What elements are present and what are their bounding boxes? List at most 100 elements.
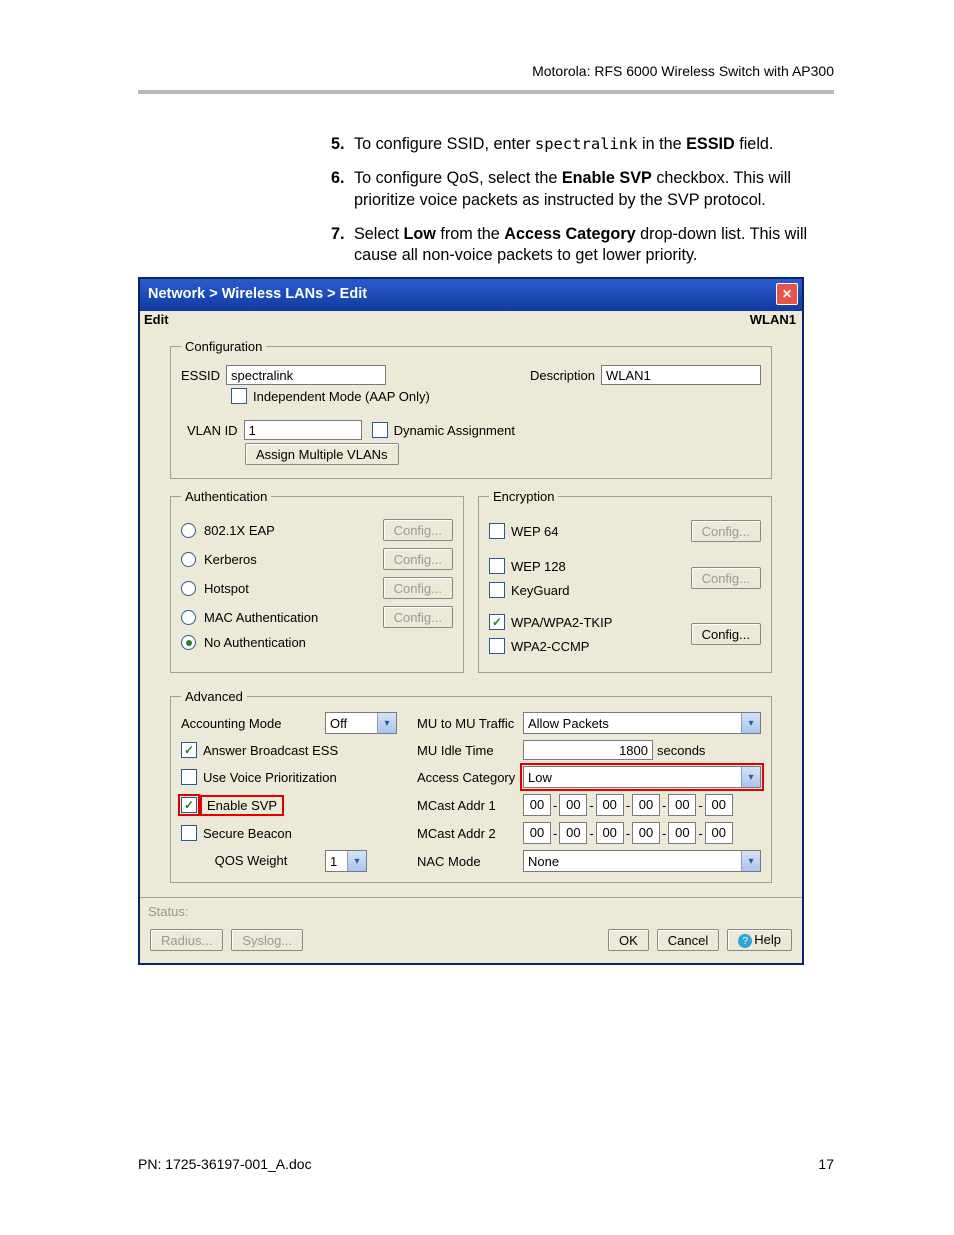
auth-hotspot-label: Hotspot [204,581,249,596]
wpa-config-button[interactable]: Config... [691,623,761,645]
enable-svp-checkbox[interactable]: ✓ [181,797,197,813]
independent-mode-label: Independent Mode (AAP Only) [253,389,430,404]
advanced-legend: Advanced [181,689,247,704]
auth-none-radio[interactable] [181,635,196,650]
voice-prioritization-label: Use Voice Prioritization [203,770,337,785]
keyguard-checkbox[interactable] [489,582,505,598]
step-number: 7. [331,224,354,268]
essid-input[interactable] [226,365,386,385]
assign-multiple-vlans-button[interactable]: Assign Multiple VLANs [245,443,399,465]
accounting-mode-label: Accounting Mode [181,716,321,731]
doc-header: Motorola: RFS 6000 Wireless Switch with … [532,63,834,79]
help-button[interactable]: ?Help [727,929,792,951]
close-button[interactable]: ✕ [776,283,798,305]
wep64-config-button[interactable]: Config... [691,520,761,542]
answer-broadcast-label: Answer Broadcast ESS [203,743,338,758]
independent-mode-checkbox[interactable] [231,388,247,404]
radius-button[interactable]: Radius... [150,929,223,951]
voice-prioritization-checkbox[interactable] [181,769,197,785]
authentication-legend: Authentication [181,489,271,504]
accounting-mode-select[interactable]: Off▾ [325,712,397,734]
mu-idle-unit: seconds [657,743,705,758]
encryption-group: Encryption WEP 64 Config... WEP 128 KeyG… [478,489,772,673]
nac-mode-label: NAC Mode [401,854,519,869]
instruction-item: 7. Select Low from the Access Category d… [331,224,834,268]
authentication-group: Authentication 802.1X EAP Config... Kerb… [170,489,464,673]
chevron-down-icon: ▾ [741,713,760,733]
description-input[interactable] [601,365,761,385]
instruction-list: 5. To configure SSID, enter spectralink … [331,134,834,279]
advanced-group: Advanced Accounting Mode Off▾ MU to MU T… [170,689,772,883]
edit-label: Edit [144,312,169,327]
vlan-id-input[interactable] [244,420,362,440]
auth-8021x-label: 802.1X EAP [204,523,275,538]
mcast2-input[interactable]: 00- 00- 00- 00- 00- 00 [523,822,761,844]
access-category-select[interactable]: Low▾ [523,766,761,788]
auth-hotspot-radio[interactable] [181,581,196,596]
header-rule [138,90,834,94]
step-number: 5. [331,134,354,156]
auth-mac-label: MAC Authentication [204,610,318,625]
step-text: To configure QoS, select the Enable SVP … [354,168,834,212]
step-number: 6. [331,168,354,212]
nac-mode-select[interactable]: None▾ [523,850,761,872]
enable-svp-label: Enable SVP [203,798,281,813]
auth-8021x-config-button[interactable]: Config... [383,519,453,541]
ok-button[interactable]: OK [608,929,649,951]
doc-footer-filename: PN: 1725-36197-001_A.doc [138,1156,312,1172]
mcast1-input[interactable]: 00- 00- 00- 00- 00- 00 [523,794,761,816]
wep128-checkbox[interactable] [489,558,505,574]
answer-broadcast-checkbox[interactable]: ✓ [181,742,197,758]
mu-idle-input[interactable] [523,740,653,760]
qos-weight-select[interactable]: 1▾ [325,850,367,872]
wep64-checkbox[interactable] [489,523,505,539]
auth-kerberos-label: Kerberos [204,552,257,567]
subheader: Edit WLAN1 [140,311,802,327]
auth-kerberos-radio[interactable] [181,552,196,567]
breadcrumb: Network > Wireless LANs > Edit [148,286,776,302]
mcast2-label: MCast Addr 2 [401,826,519,841]
mu-to-mu-label: MU to MU Traffic [401,716,519,731]
status-label: Status: [140,897,802,921]
auth-8021x-radio[interactable] [181,523,196,538]
instruction-item: 5. To configure SSID, enter spectralink … [331,134,834,156]
auth-mac-config-button[interactable]: Config... [383,606,453,628]
wlan-name-label: WLAN1 [750,312,796,327]
step-text: To configure SSID, enter spectralink in … [354,134,834,156]
wep128-config-button[interactable]: Config... [691,567,761,589]
title-bar: Network > Wireless LANs > Edit ✕ [140,279,802,311]
mu-to-mu-select[interactable]: Allow Packets▾ [523,712,761,734]
auth-kerberos-config-button[interactable]: Config... [383,548,453,570]
essid-label: ESSID [181,368,220,383]
vlan-id-label: VLAN ID [187,423,238,438]
configuration-legend: Configuration [181,339,266,354]
wpa-tkip-checkbox[interactable]: ✓ [489,614,505,630]
qos-weight-label: QOS Weight [181,854,321,868]
chevron-down-icon: ▾ [377,713,396,733]
edit-wlan-dialog: Network > Wireless LANs > Edit ✕ Edit WL… [138,277,804,965]
dialog-footer: Radius... Syslog... OK Cancel ?Help [140,921,802,963]
configuration-group: Configuration ESSID Description Independ… [170,339,772,479]
wpa2-ccmp-label: WPA2-CCMP [511,639,589,654]
auth-mac-radio[interactable] [181,610,196,625]
instruction-item: 6. To configure QoS, select the Enable S… [331,168,834,212]
cancel-button[interactable]: Cancel [657,929,719,951]
syslog-button[interactable]: Syslog... [231,929,303,951]
secure-beacon-checkbox[interactable] [181,825,197,841]
wep64-label: WEP 64 [511,524,558,539]
dynamic-assignment-label: Dynamic Assignment [394,423,515,438]
chevron-down-icon: ▾ [347,851,366,871]
mu-idle-label: MU Idle Time [401,743,519,758]
step-text: Select Low from the Access Category drop… [354,224,834,268]
keyguard-label: KeyGuard [511,583,570,598]
wpa2-ccmp-checkbox[interactable] [489,638,505,654]
auth-hotspot-config-button[interactable]: Config... [383,577,453,599]
wpa-tkip-label: WPA/WPA2-TKIP [511,615,612,630]
dynamic-assignment-checkbox[interactable] [372,422,388,438]
description-label: Description [530,368,595,383]
chevron-down-icon: ▾ [741,767,760,787]
wep128-label: WEP 128 [511,559,566,574]
mcast1-label: MCast Addr 1 [401,798,519,813]
access-category-label: Access Category [401,770,519,785]
help-icon: ? [738,934,752,948]
